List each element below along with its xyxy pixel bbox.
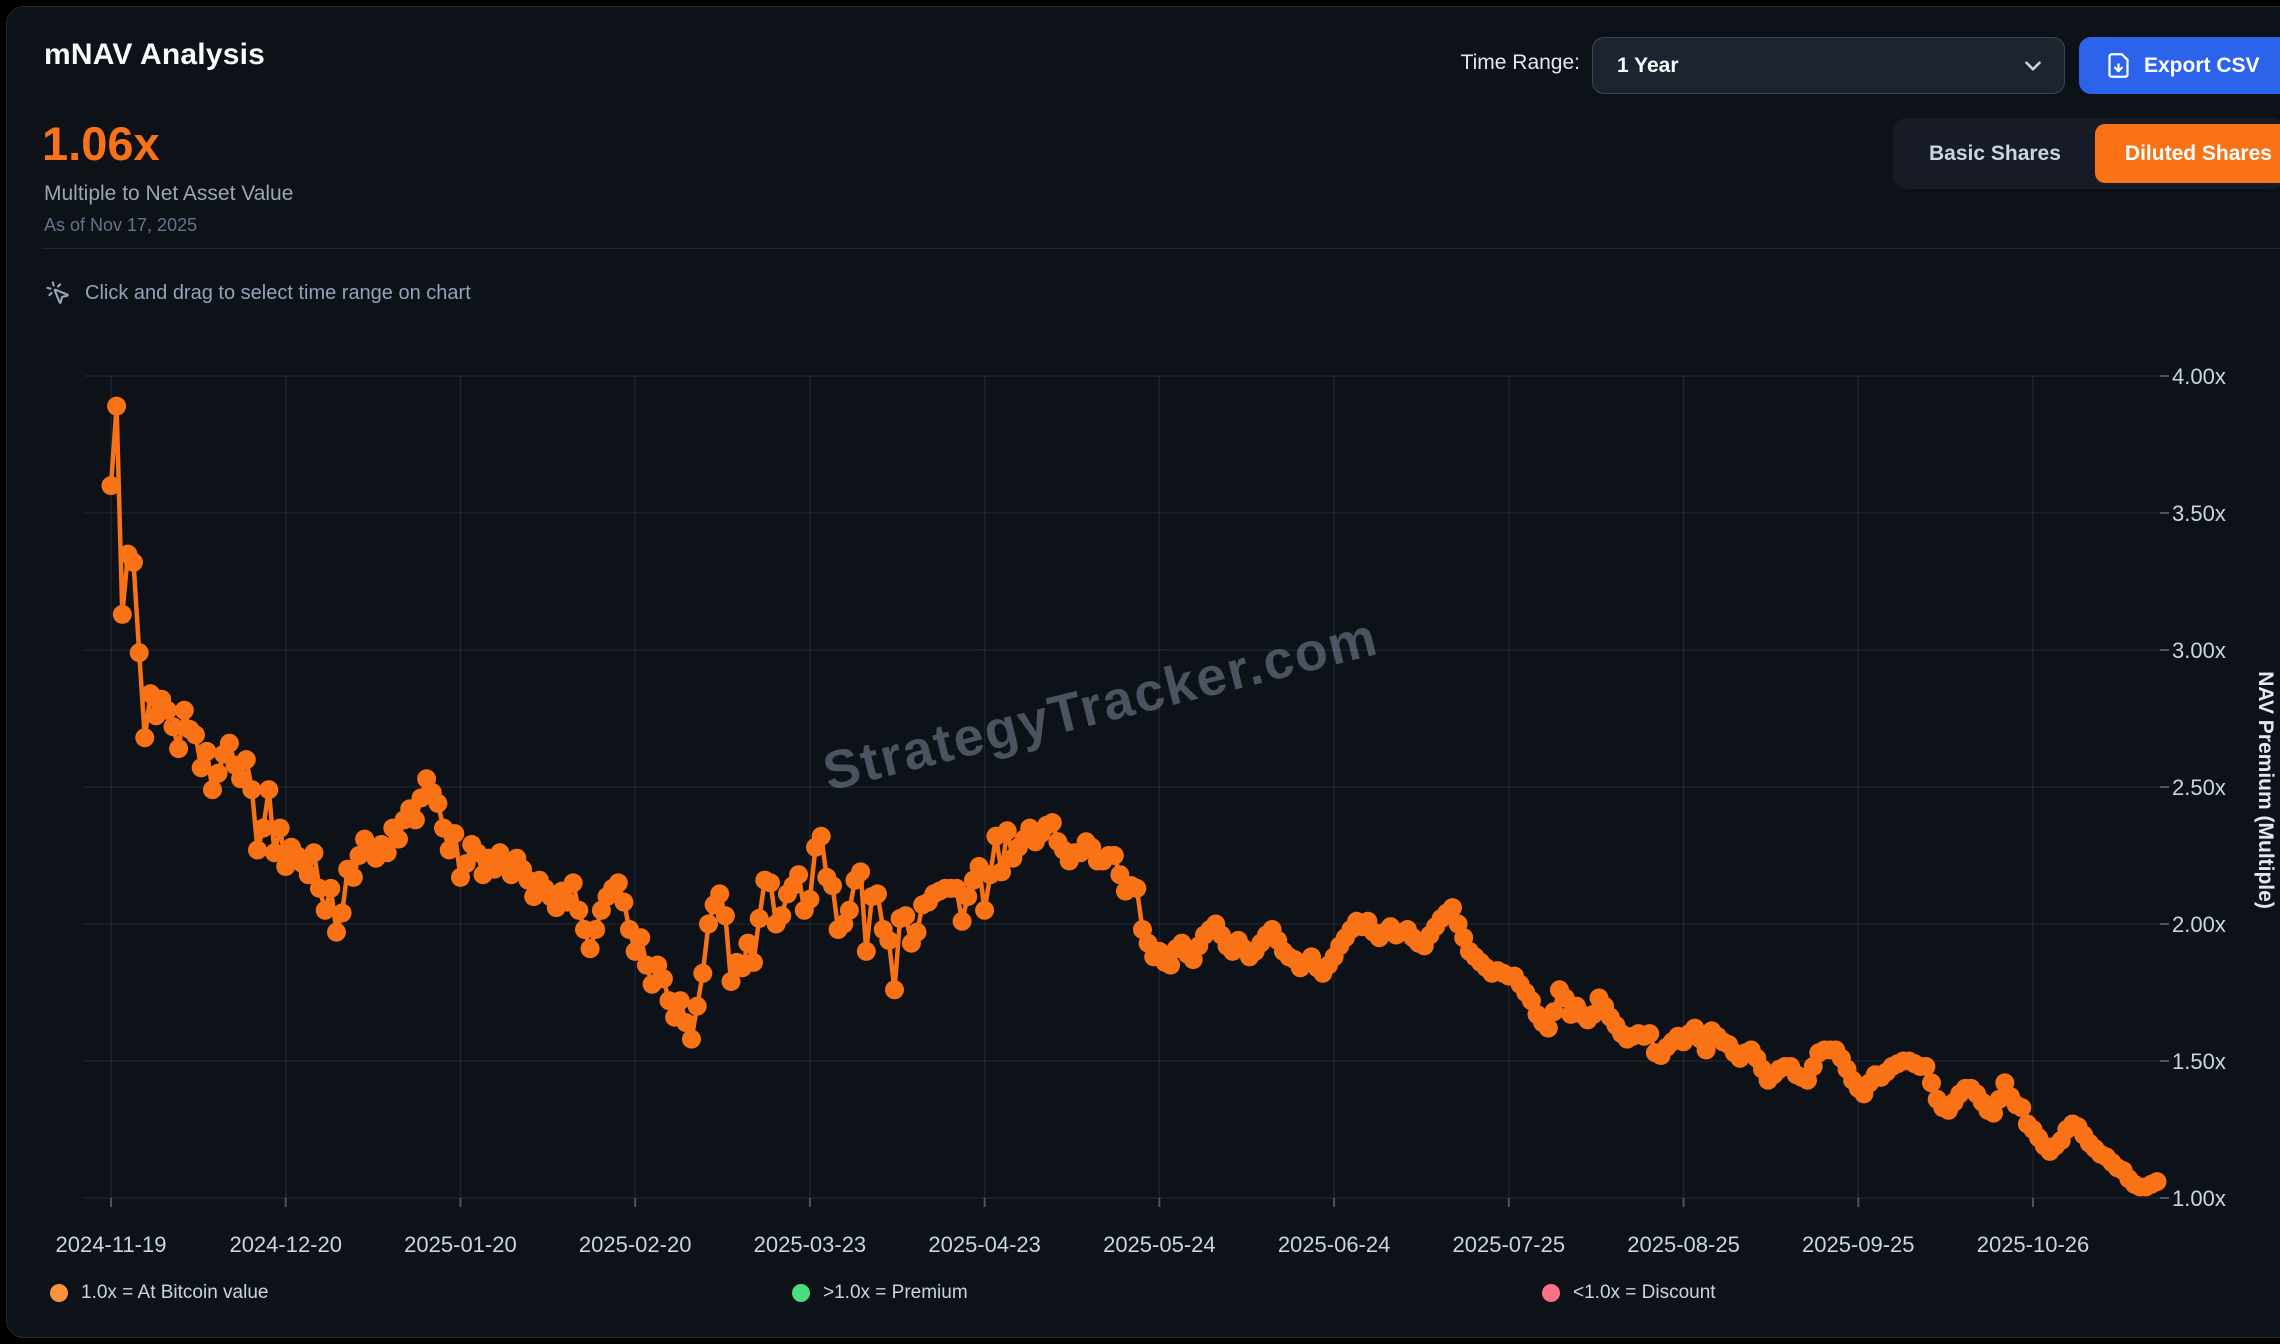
mnav-metric-asof: As of Nov 17, 2025 [44, 215, 197, 236]
x-tick-label: 2025-09-25 [1802, 1232, 1915, 1257]
x-tick-label: 2024-12-20 [229, 1232, 342, 1257]
x-tick-label: 2025-04-23 [928, 1232, 1041, 1257]
legend-dot-red [1542, 1284, 1560, 1302]
mnav-chart: 4.00x 3.50x 3.00x 2.50x 2.00x 1.50x 1.00x 2024-… [0, 0, 2280, 1344]
legend-item-discount: <1.0x = Discount [1542, 1281, 1716, 1305]
x-tick-label: 2025-02-20 [579, 1232, 692, 1257]
x-tick-label: 2025-07-25 [1453, 1232, 1566, 1257]
y-tick-label: 2.50x [2172, 775, 2226, 800]
y-tick-label: 2.00x [2172, 912, 2226, 937]
time-range-select[interactable]: 1 Year [1592, 37, 2065, 94]
y-tick-label: 3.00x [2172, 638, 2226, 663]
chart-hint: Click and drag to select time range on c… [45, 280, 471, 306]
chevron-down-icon [2020, 53, 2046, 79]
time-range-value: 1 Year [1617, 54, 1679, 78]
x-tick-label: 2025-08-25 [1627, 1232, 1740, 1257]
legend-dot-green [792, 1284, 810, 1302]
export-csv-button[interactable]: Export CSV [2079, 37, 2280, 94]
x-tick-label: 2025-03-23 [754, 1232, 867, 1257]
diluted-shares-button[interactable]: Diluted Shares [2095, 124, 2280, 183]
legend-item-premium: >1.0x = Premium [792, 1281, 968, 1305]
x-tick-label: 2025-10-26 [1977, 1232, 2090, 1257]
x-tick-label: 2025-06-24 [1278, 1232, 1391, 1257]
time-range-label: Time Range: [1300, 51, 1580, 75]
export-csv-label: Export CSV [2144, 54, 2260, 78]
legend-dot-orange [50, 1284, 68, 1302]
y-tick-label: 1.00x [2172, 1186, 2226, 1211]
x-tick-label: 2025-01-20 [404, 1232, 517, 1257]
mnav-metric-value: 1.06x [42, 116, 160, 171]
mnav-metric-label: Multiple to Net Asset Value [44, 182, 293, 206]
legend-label: <1.0x = Discount [1573, 1282, 1716, 1304]
x-tick-label: 2024-11-19 [56, 1232, 167, 1257]
basic-shares-button[interactable]: Basic Shares [1899, 124, 2091, 183]
chart-hint-text: Click and drag to select time range on c… [85, 282, 471, 305]
y-axis-title: NAV Premium (Multiple) [2254, 671, 2277, 909]
page-title: mNAV Analysis [44, 38, 265, 72]
y-tick-label: 3.50x [2172, 501, 2226, 526]
file-download-icon [2105, 52, 2132, 79]
header-divider [42, 248, 2280, 249]
share-mode-toggle: Basic Shares Diluted Shares [1893, 118, 2280, 189]
mouse-pointer-click-icon [45, 280, 71, 306]
y-tick-label: 4.00x [2172, 364, 2226, 389]
y-tick-label: 1.50x [2172, 1049, 2226, 1074]
x-tick-label: 2025-05-24 [1103, 1232, 1216, 1257]
legend-label: >1.0x = Premium [823, 1282, 968, 1304]
legend-item-at-value: 1.0x = At Bitcoin value [50, 1281, 268, 1305]
legend-label: 1.0x = At Bitcoin value [81, 1282, 268, 1304]
chart-plot-area[interactable] [84, 376, 2161, 1198]
